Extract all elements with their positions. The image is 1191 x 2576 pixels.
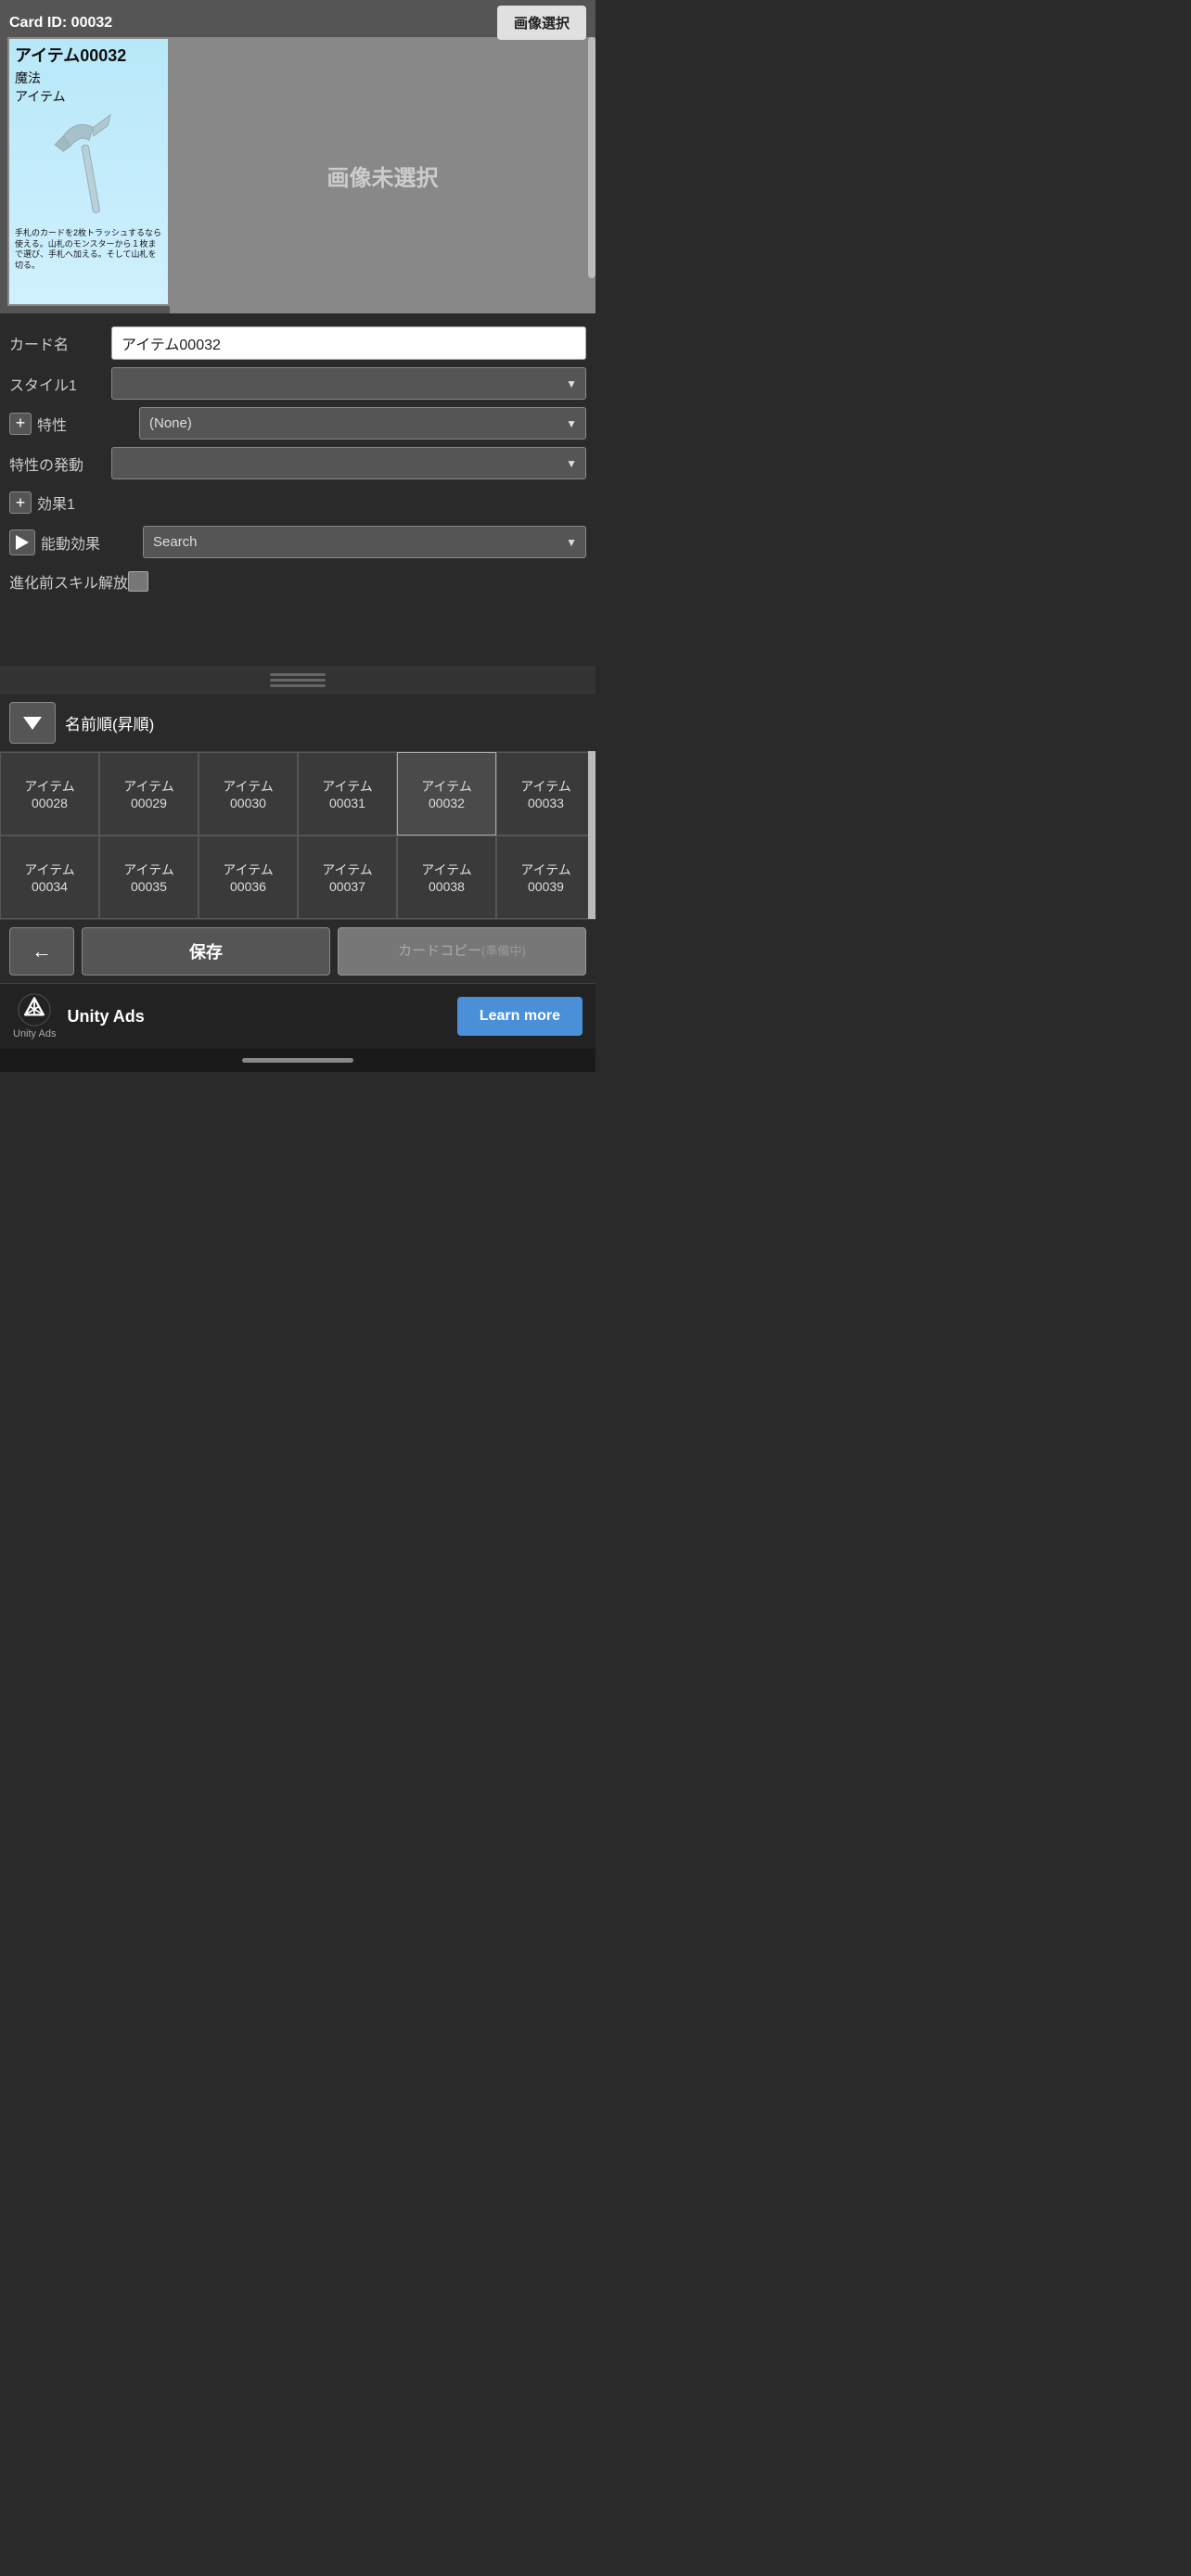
drag-line-3 — [270, 684, 326, 687]
trait-select[interactable]: (None) — [139, 407, 586, 440]
drag-handle[interactable] — [270, 673, 326, 687]
trait-select-wrapper: (None) ▼ — [139, 407, 586, 440]
play-triangle-icon — [16, 535, 29, 550]
effect1-label: 効果1 — [37, 491, 139, 514]
learn-more-button[interactable]: Learn more — [457, 997, 583, 1036]
sort-dropdown-button[interactable] — [9, 702, 56, 744]
list-item[interactable]: アイテム00028 — [0, 752, 99, 835]
effect1-row: + 効果1 — [0, 483, 596, 522]
unity-logo-area: Unity Ads — [13, 993, 56, 1039]
card-grid: アイテム00028 アイテム00029 アイテム00030 アイテム00031 … — [0, 751, 596, 919]
list-item[interactable]: アイテム00034 — [0, 835, 99, 919]
card-subtitle2: アイテム — [9, 87, 168, 106]
back-button[interactable]: ← — [9, 927, 74, 976]
home-indicator — [242, 1058, 353, 1063]
trait-label: 特性 — [37, 413, 139, 435]
drag-line-2 — [270, 679, 326, 682]
card-name-label: カード名 — [9, 332, 111, 354]
ads-banner: Unity Ads Unity Ads Learn more — [0, 983, 596, 1049]
list-item[interactable]: アイテム00032 — [397, 752, 496, 835]
right-scrollbar[interactable] — [588, 37, 596, 278]
card-id-label: Card ID: 00032 — [9, 15, 497, 32]
trait-trigger-select[interactable] — [111, 447, 586, 479]
unity-ads-small-label: Unity Ads — [13, 1028, 56, 1039]
trait-trigger-row: 特性の発動 ▼ — [0, 443, 596, 483]
list-item[interactable]: アイテム00039 — [496, 835, 596, 919]
list-item[interactable]: アイテム00038 — [397, 835, 496, 919]
list-item[interactable]: アイテム00029 — [99, 752, 198, 835]
right-image-placeholder: 画像未選択 — [170, 37, 596, 313]
style1-row: スタイル1 ▼ — [0, 363, 596, 403]
pre-evo-checkbox[interactable] — [128, 571, 148, 592]
sort-label: 名前順(昇順) — [65, 711, 154, 734]
card-preview: アイテム00032 魔法 アイテム 手札のカードを2枚トラッシュするなら使える。… — [7, 37, 170, 306]
active-effect-label: 能動効果 — [41, 531, 143, 554]
card-copy-button[interactable]: カードコピー(準備中) — [338, 927, 586, 976]
card-grid-container: アイテム00028 アイテム00029 アイテム00030 アイテム00031 … — [0, 751, 596, 919]
pre-evo-row: 進化前スキル解放 — [0, 562, 596, 601]
trait-trigger-select-wrapper: ▼ — [111, 447, 586, 479]
grid-scrollbar[interactable] — [588, 751, 596, 919]
card-description: 手札のカードを2枚トラッシュするなら使える。山札のモンスターから１枚まで選び、手… — [9, 226, 168, 274]
list-item[interactable]: アイテム00031 — [298, 752, 397, 835]
trait-plus-button[interactable]: + — [9, 413, 32, 435]
active-effect-row: 能動効果 Search ▼ — [0, 522, 596, 562]
form-section: カード名 スタイル1 ▼ + 特性 (None) ▼ 特性の発動 ▼ — [0, 313, 596, 666]
style1-label: スタイル1 — [9, 373, 111, 395]
list-item[interactable]: アイテム00036 — [198, 835, 298, 919]
list-item[interactable]: アイテム00037 — [298, 835, 397, 919]
style1-select-wrapper: ▼ — [111, 367, 586, 400]
home-bar — [0, 1049, 596, 1072]
effect1-plus-button[interactable]: + — [9, 491, 32, 514]
list-item[interactable]: アイテム00033 — [496, 752, 596, 835]
active-effect-play-button[interactable] — [9, 529, 35, 555]
image-select-button[interactable]: 画像選択 — [497, 6, 586, 40]
sort-section: 名前順(昇順) — [0, 695, 596, 751]
unity-logo-icon — [18, 993, 51, 1027]
list-item[interactable]: アイテム00035 — [99, 835, 198, 919]
divider-section — [0, 666, 596, 695]
back-arrow-icon: ← — [32, 939, 52, 963]
unity-ads-brand-text: Unity Ads — [67, 1007, 445, 1027]
active-effect-select-wrapper: Search ▼ — [143, 526, 586, 558]
active-effect-select[interactable]: Search — [143, 526, 586, 558]
trait-row: + 特性 (None) ▼ — [0, 403, 596, 443]
save-button[interactable]: 保存 — [82, 927, 330, 976]
card-name-row: カード名 — [0, 323, 596, 363]
pre-evo-label: 進化前スキル解放 — [9, 570, 128, 593]
card-subtitle1: 魔法 — [9, 69, 168, 87]
card-image-area — [9, 106, 168, 226]
bottom-buttons: ← 保存 カードコピー(準備中) — [0, 919, 596, 983]
drag-line-1 — [270, 673, 326, 676]
no-image-label: 画像未選択 — [327, 159, 439, 192]
style1-select[interactable] — [111, 367, 586, 400]
card-name-input[interactable] — [111, 326, 586, 360]
pickaxe-icon — [43, 110, 135, 222]
trait-trigger-label: 特性の発動 — [9, 453, 111, 475]
sort-triangle-icon — [23, 717, 42, 730]
list-item[interactable]: アイテム00030 — [198, 752, 298, 835]
